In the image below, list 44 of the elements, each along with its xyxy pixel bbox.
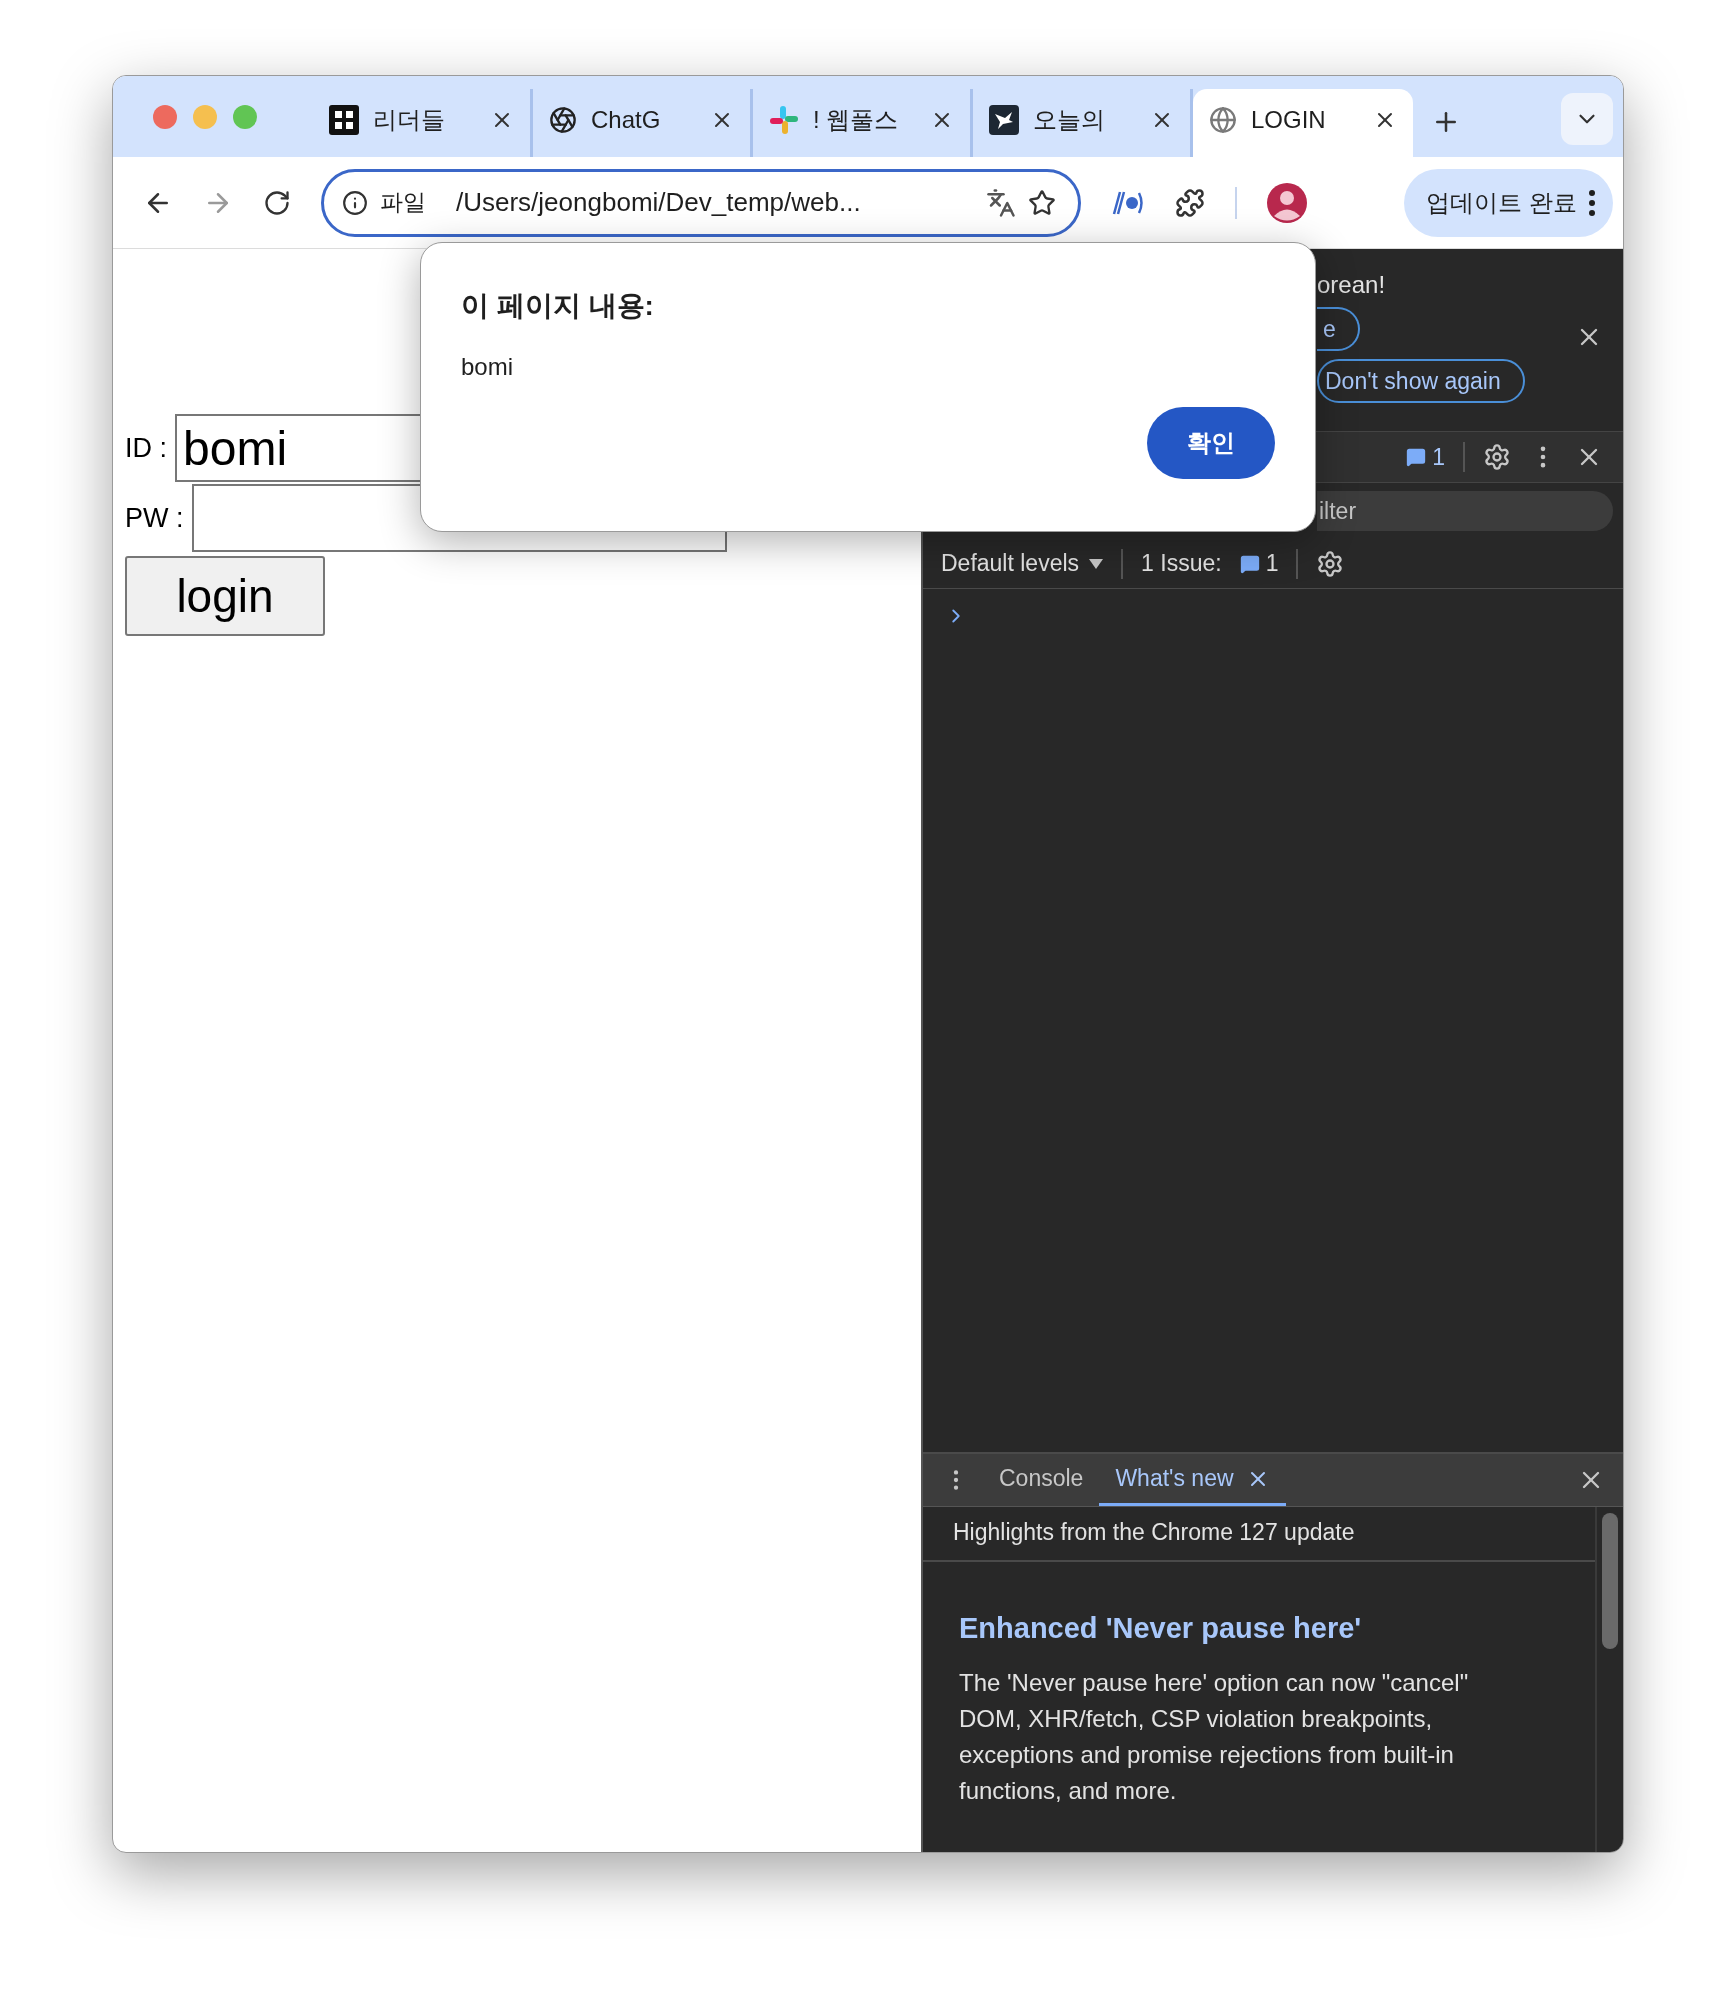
address-bar[interactable]: 파일 /Users/jeongbomi/Dev_temp/web...: [321, 168, 1081, 237]
highlights-title: Highlights from the Chrome 127 update: [923, 1507, 1595, 1562]
message-icon[interactable]: [1406, 447, 1427, 467]
dialog-message: bomi: [461, 353, 515, 381]
browser-tab[interactable]: LOGIN: [1193, 89, 1413, 157]
browser-tab[interactable]: ! 웹풀스: [753, 89, 973, 157]
issues-badge[interactable]: 1: [1265, 550, 1279, 577]
banner-text: orean!: [1317, 271, 1386, 299]
drawer-tab[interactable]: What's new: [1099, 1454, 1286, 1506]
drawer-tab[interactable]: Console: [983, 1454, 1100, 1506]
scheme-label: 파일: [380, 188, 426, 217]
settings-icon[interactable]: [1483, 443, 1511, 471]
feature-heading: Enhanced 'Never pause here': [959, 1612, 1363, 1645]
banner-button[interactable]: e: [1317, 307, 1360, 351]
translate-icon[interactable]: [986, 187, 1016, 218]
settings-icon[interactable]: [1316, 549, 1345, 578]
pw-label: PW :: [125, 502, 184, 534]
extensions-icon[interactable]: [1175, 187, 1205, 218]
bird-icon: [989, 105, 1019, 135]
profile-avatar-icon[interactable]: [1267, 182, 1307, 223]
update-button[interactable]: 업데이트 완료: [1404, 168, 1613, 237]
feature-description: The 'Never pause here' option can now "cancel" DOM, XHR/fetch, CSP violation breakpoints, exceptions and promise rejections from built-in functions, and more.: [959, 1668, 1470, 1806]
pinwheel-icon: [769, 105, 799, 135]
message-icon[interactable]: [1239, 553, 1260, 574]
login-button[interactable]: login: [125, 556, 325, 636]
aperture-icon: [549, 106, 577, 134]
log-levels-dropdown[interactable]: Default levels: [941, 550, 1104, 577]
banner-button[interactable]: Don't show again: [1317, 359, 1525, 403]
browser-tab[interactable]: 리더들: [313, 89, 533, 157]
filter-field[interactable]: ilter: [1317, 491, 1613, 531]
url-text: /Users/jeongbomi/Dev_temp/web...: [456, 187, 862, 218]
browser-tab[interactable]: ChatG: [533, 89, 753, 157]
menu-icon: [1589, 189, 1595, 216]
info-icon[interactable]: [342, 189, 368, 216]
globe-icon: [1209, 106, 1237, 134]
dialog-title: 이 페이지 내용:: [461, 289, 655, 323]
bookmark-star-icon[interactable]: [1028, 188, 1056, 217]
favicon-icon: [329, 105, 359, 135]
ok-button[interactable]: 확인: [1147, 407, 1275, 479]
dropdown-triangle-icon: [1089, 558, 1104, 569]
id-label: ID :: [125, 432, 167, 464]
issues-label: 1 Issue:: [1141, 550, 1222, 577]
issues-counter[interactable]: 1: [1432, 443, 1445, 471]
reload-icon[interactable]: [263, 188, 291, 217]
